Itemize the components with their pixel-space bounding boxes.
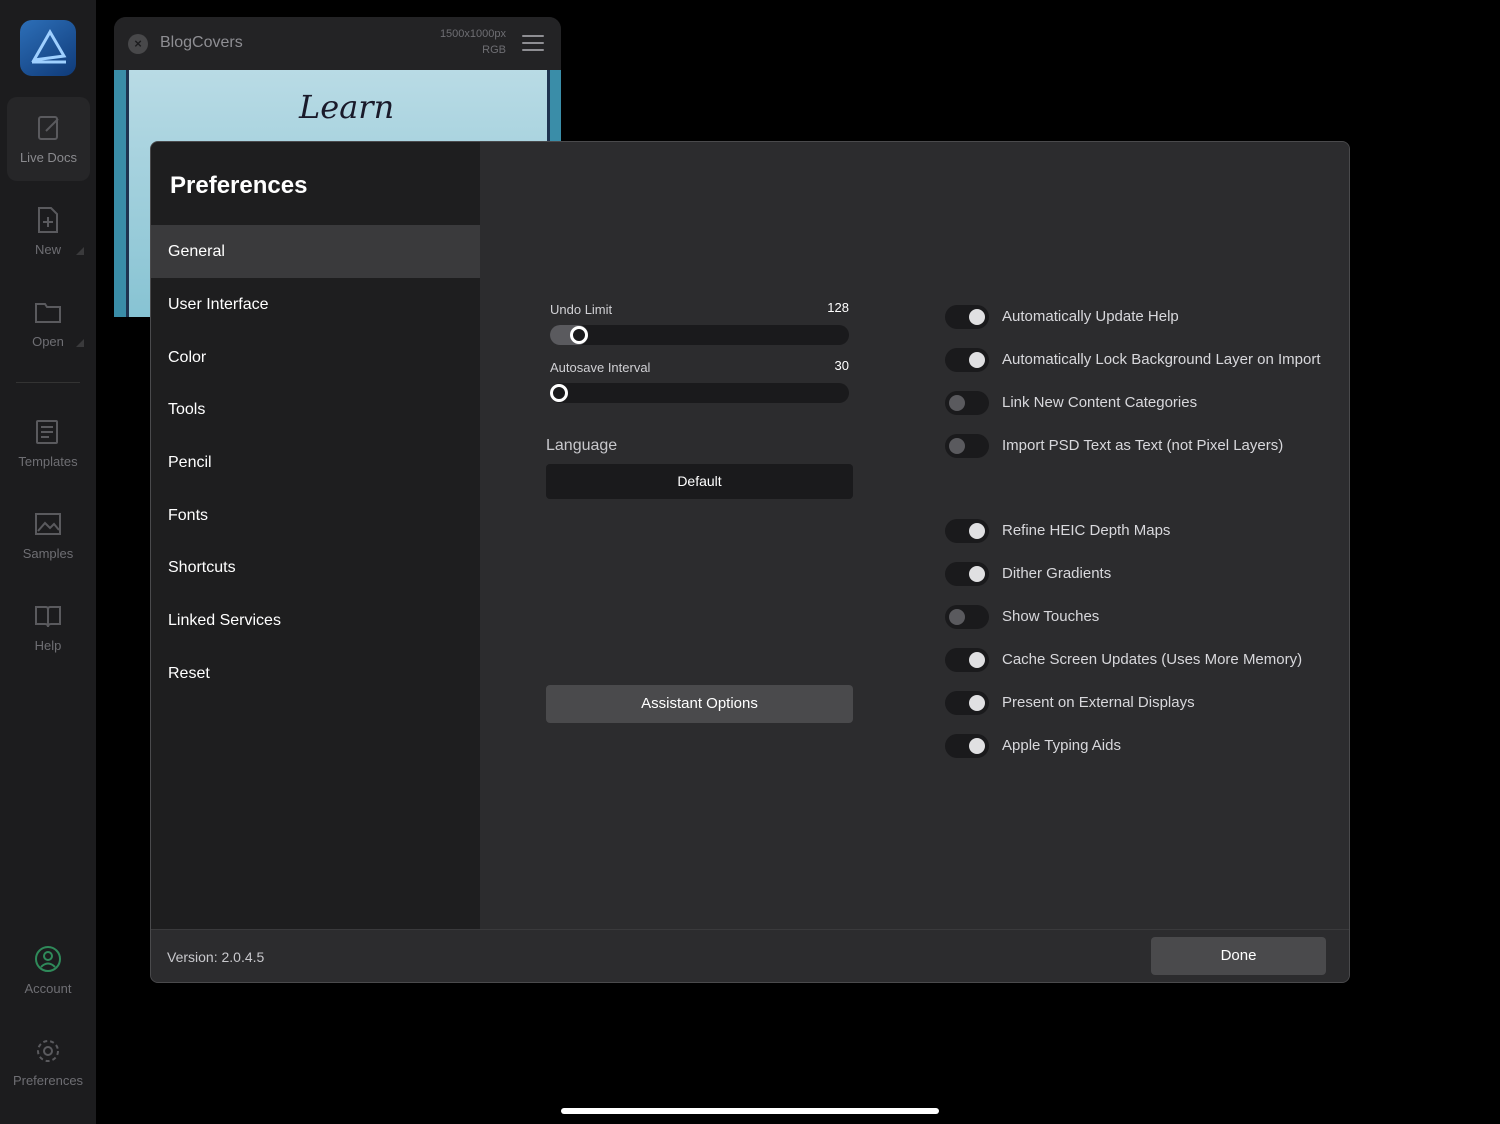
toggle-label: Automatically Update Help xyxy=(1002,308,1179,325)
document-title: BlogCovers xyxy=(160,34,243,51)
document-header: × BlogCovers 1500x1000px RGB xyxy=(114,17,561,70)
sidebar-item-label: Preferences xyxy=(12,1073,84,1088)
book-icon xyxy=(35,606,61,628)
sidebar-item-templates[interactable]: Templates xyxy=(0,401,96,485)
sidebar-item-preferences[interactable]: Preferences xyxy=(0,1020,96,1104)
live-docs-icon xyxy=(37,116,59,140)
submenu-indicator-icon xyxy=(76,339,84,347)
show-touches-toggle[interactable] xyxy=(945,605,989,629)
sidebar-item-samples[interactable]: Samples xyxy=(0,493,96,577)
sidebar-divider xyxy=(16,382,80,383)
undo-limit-handle[interactable] xyxy=(570,326,588,344)
auto-update-help-toggle[interactable] xyxy=(945,305,989,329)
undo-limit-label: Undo Limit xyxy=(550,302,613,317)
toggle-label: Show Touches xyxy=(1002,608,1100,625)
link-content-categories-toggle[interactable] xyxy=(945,391,989,415)
pref-section-general[interactable]: General xyxy=(151,225,480,278)
autosave-interval-slider[interactable] xyxy=(550,383,849,403)
toggle-label: Refine HEIC Depth Maps xyxy=(1002,522,1171,539)
artboard-text: Learn xyxy=(299,88,395,126)
sidebar-item-label: Live Docs xyxy=(19,150,78,165)
preferences-sidebar: Preferences General User Interface Color… xyxy=(151,142,480,929)
dialog-footer: Version: 2.0.4.5 Done xyxy=(151,929,1349,982)
auto-lock-background-toggle[interactable] xyxy=(945,348,989,372)
samples-icon xyxy=(35,513,61,535)
document-color-format: RGB xyxy=(482,44,506,56)
undo-limit-slider[interactable] xyxy=(550,325,849,345)
preferences-general-panel: Undo Limit 128 Autosave Interval 30 Lang… xyxy=(480,142,1349,929)
cache-screen-updates-toggle[interactable] xyxy=(945,648,989,672)
templates-icon xyxy=(36,420,58,444)
sidebar-item-help[interactable]: Help xyxy=(0,585,96,669)
sidebar-item-label: New xyxy=(34,242,61,257)
toggle-label: Dither Gradients xyxy=(1002,565,1112,582)
new-document-icon xyxy=(38,207,58,233)
pref-section-color[interactable]: Color xyxy=(151,331,480,384)
language-select[interactable]: Default xyxy=(546,464,853,499)
pref-section-linked-services[interactable]: Linked Services xyxy=(151,594,480,647)
toggle-label: Present on External Displays xyxy=(1002,694,1195,711)
sidebar-item-open[interactable]: Open xyxy=(0,281,96,365)
pref-section-tools[interactable]: Tools xyxy=(151,383,480,436)
folder-icon xyxy=(35,303,61,323)
toggle-label: Apple Typing Aids xyxy=(1002,737,1121,754)
toggle-label: Automatically Lock Background Layer on I… xyxy=(1002,351,1321,368)
home-indicator[interactable] xyxy=(561,1108,939,1114)
sidebar-item-account[interactable]: Account xyxy=(0,928,96,1012)
pref-section-user-interface[interactable]: User Interface xyxy=(151,278,480,331)
submenu-indicator-icon xyxy=(76,247,84,255)
external-displays-toggle[interactable] xyxy=(945,691,989,715)
pref-section-pencil[interactable]: Pencil xyxy=(151,436,480,489)
apple-typing-aids-toggle[interactable] xyxy=(945,734,989,758)
preferences-dialog: Preferences General User Interface Color… xyxy=(150,141,1350,983)
affinity-designer-logo-icon xyxy=(20,20,76,76)
sidebar-item-label: Account xyxy=(24,981,72,996)
sidebar-item-live-docs[interactable]: Live Docs xyxy=(7,97,90,181)
gear-icon xyxy=(37,1040,59,1062)
done-button[interactable]: Done xyxy=(1151,937,1326,975)
undo-limit-value: 128 xyxy=(827,300,849,315)
pref-section-reset[interactable]: Reset xyxy=(151,647,480,700)
sidebar-item-label: Samples xyxy=(22,546,74,561)
account-icon xyxy=(35,946,61,972)
autosave-interval-label: Autosave Interval xyxy=(550,360,651,375)
sidebar-item-label: Open xyxy=(32,334,64,349)
refine-heic-toggle[interactable] xyxy=(945,519,989,543)
autosave-interval-handle[interactable] xyxy=(550,384,568,402)
toggle-label: Cache Screen Updates (Uses More Memory) xyxy=(1002,651,1303,668)
autosave-interval-value: 30 xyxy=(834,358,849,373)
sidebar-item-new[interactable]: New xyxy=(0,189,96,273)
import-psd-text-toggle[interactable] xyxy=(945,434,989,458)
document-size: 1500x1000px xyxy=(439,28,506,40)
language-label: Language xyxy=(546,437,618,454)
version-label: Version: 2.0.4.5 xyxy=(167,949,265,965)
menu-icon[interactable] xyxy=(522,35,544,51)
pref-section-shortcuts[interactable]: Shortcuts xyxy=(151,541,480,594)
sidebar-item-label: Templates xyxy=(18,454,78,469)
pref-section-fonts[interactable]: Fonts xyxy=(151,489,480,542)
app-sidebar: Live Docs New Open Templates Samples Hel… xyxy=(0,0,96,1124)
toggle-label: Link New Content Categories xyxy=(1002,394,1198,411)
dither-gradients-toggle[interactable] xyxy=(945,562,989,586)
toggle-label: Import PSD Text as Text (not Pixel Layer… xyxy=(1002,437,1284,454)
dialog-title: Preferences xyxy=(170,172,308,199)
close-icon[interactable]: × xyxy=(128,34,148,54)
assistant-options-button[interactable]: Assistant Options xyxy=(546,685,853,723)
sidebar-item-label: Help xyxy=(34,638,62,653)
